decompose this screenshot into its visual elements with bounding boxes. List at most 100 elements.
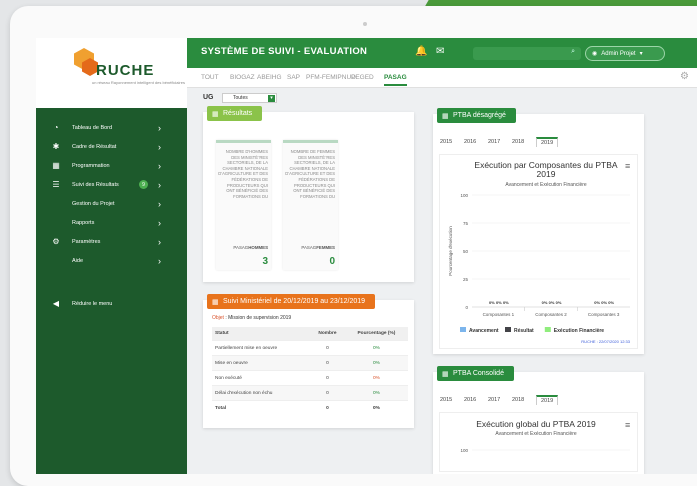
- grid-icon: ▦: [442, 370, 449, 378]
- sidebar-item-5[interactable]: Rapports ›: [36, 213, 187, 232]
- tab-peged[interactable]: PEGED: [351, 74, 374, 81]
- user-menu-button[interactable]: ◉ Admin Projet ▾: [585, 46, 665, 61]
- legend-item[interactable]: Résultat: [514, 328, 534, 334]
- year-tab-2019[interactable]: 2019: [536, 395, 559, 405]
- sidebar-item-label: Paramètres: [72, 238, 101, 245]
- grid-icon: ▦: [212, 110, 219, 118]
- year-tab-2016[interactable]: 2016: [464, 397, 476, 403]
- chart-title: Exécution global du PTBA 2019: [476, 419, 596, 429]
- year-tab-2015[interactable]: 2015: [440, 397, 452, 403]
- execution-composantes-chart: Exécution par Composantes du PTBA 2019 Ava…: [448, 160, 631, 344]
- camera-dot: [363, 22, 367, 26]
- sidebar-item-label: Gestion du Projet: [72, 200, 115, 207]
- data-label: 0%: [608, 300, 614, 305]
- bell-icon[interactable]: 🔔: [415, 46, 427, 57]
- sidebar-item-7[interactable]: Aide ›: [36, 251, 187, 270]
- sidebar-item-label: Rapports: [72, 219, 95, 226]
- suivi-table: Statut Nombre Pourcentage (%) Partiellement…: [212, 327, 408, 415]
- sidebar-item-2[interactable]: ▦ Programmation ›: [36, 156, 187, 175]
- year-tab-2016[interactable]: 2016: [464, 139, 476, 145]
- sidebar-item-0[interactable]: ◔ Tableau de Bord ›: [36, 118, 187, 137]
- table-cell: 0: [310, 400, 345, 415]
- stat-label-prefix: PASAG: [301, 245, 317, 250]
- year-tab-2019[interactable]: 2019: [536, 137, 559, 147]
- collapse-icon: ◀: [52, 299, 60, 308]
- y-tick-label: 100: [460, 193, 468, 198]
- data-label: 0%: [489, 300, 495, 305]
- table-row: Total 0 0%: [212, 400, 408, 415]
- legend-item[interactable]: Exécution Financière: [554, 328, 605, 334]
- sidebar-item-6[interactable]: ⚙ Paramètres ›: [36, 232, 187, 251]
- table-cell: Mise en oeuvre: [212, 355, 311, 371]
- chevron-right-icon: ›: [158, 217, 161, 228]
- x-tick-label: Composantes 3: [588, 312, 620, 317]
- project-tabs: TOUT BIOGAZ ABEIHG SAP PFM-FEMIPNUD PEGED PASA…: [187, 68, 697, 88]
- suivi-title: Suivi Ministériel de 20/12/2019 au 23/12…: [223, 298, 366, 305]
- y-axis-label: Pourcentage d'exécution: [448, 226, 453, 276]
- search-icon: ⌕: [571, 48, 575, 55]
- chevron-right-icon: ›: [158, 160, 161, 171]
- sidebar-item-4[interactable]: Gestion du Projet ›: [36, 194, 187, 213]
- table-cell: 0: [310, 340, 345, 356]
- year-tab-2017[interactable]: 2017: [488, 397, 500, 403]
- stat-description: NOMBRE D'HOMMES DES MINISTÈ¨RES SECTORIE…: [218, 149, 268, 199]
- stat-value: 3: [262, 256, 268, 267]
- list-icon: ☰: [52, 180, 60, 189]
- chart-menu-icon[interactable]: ≡: [625, 161, 630, 171]
- data-label: 0%: [594, 300, 600, 305]
- x-tick-label: Composantes 2: [535, 312, 567, 317]
- chevron-right-icon: ›: [158, 255, 161, 266]
- y-tick-label: 25: [463, 277, 469, 282]
- year-tab-2018[interactable]: 2018: [512, 139, 524, 145]
- suivi-card: ▦ Suivi Ministériel de 20/12/2019 au 23/1…: [203, 294, 414, 428]
- stat-value: 0: [329, 256, 335, 267]
- resultats-header: ▦ Résultats: [207, 106, 263, 121]
- table-header: Pourcentage (%): [344, 327, 408, 341]
- table-cell: 0: [310, 370, 345, 386]
- search-input[interactable]: ⌕: [473, 47, 581, 60]
- sidebar-item-1[interactable]: ✱ Cadre de Résultat ›: [36, 137, 187, 156]
- sidebar-item-label: Suivi des Résultats: [72, 181, 119, 188]
- sidebar-badge: 9: [139, 180, 148, 189]
- resultats-card: ▦ Résultats NOMBRE D'HOMMES DES MINISTÈ¨R…: [203, 106, 414, 282]
- legend-item[interactable]: Avancement: [469, 328, 499, 334]
- tab-sap[interactable]: SAP: [287, 74, 300, 81]
- sidebar-item-3[interactable]: ☰ Suivi des Résultats 9 ›: [36, 175, 187, 194]
- logo-tagline: un réseau Rayonnement intelligent des bé…: [92, 80, 185, 85]
- app-screen: RUCHE un réseau Rayonnement intelligent …: [36, 38, 697, 474]
- year-tab-2017[interactable]: 2017: [488, 139, 500, 145]
- tab-biogaz[interactable]: BIOGAZ: [230, 74, 255, 81]
- mail-icon[interactable]: ✉: [436, 46, 444, 57]
- stat-label-bold: FEMMES: [316, 245, 335, 250]
- suivi-header: ▦ Suivi Ministériel de 20/12/2019 au 23/1…: [207, 294, 376, 309]
- table-cell: Délai d'exécution non échu: [212, 385, 311, 401]
- tab-abeihg[interactable]: ABEIHG: [257, 74, 282, 81]
- ug-filter-value: Toutes: [233, 95, 248, 101]
- chevron-right-icon: ›: [158, 236, 161, 247]
- chevron-right-icon: ›: [158, 179, 161, 190]
- tab-pasag[interactable]: PASAG: [384, 74, 407, 86]
- ptba-consolide-title: PTBA Consolidé: [453, 370, 504, 377]
- table-cell: 0: [310, 385, 345, 401]
- collapse-menu-button[interactable]: ◀ Réduire le menu: [36, 294, 187, 313]
- table-cell: 0: [310, 355, 345, 371]
- year-tab-2015[interactable]: 2015: [440, 139, 452, 145]
- year-tab-2018[interactable]: 2018: [512, 397, 524, 403]
- stat-label-prefix: PASAG: [233, 245, 249, 250]
- settings-gear-icon[interactable]: ⚙: [680, 71, 689, 82]
- grid-icon: ▦: [442, 112, 449, 120]
- legend-swatch: [460, 327, 466, 332]
- stat-card: NOMBRE DE FEMMES DES MINISTÈ¨RES SECTORI…: [283, 140, 338, 270]
- ug-filter-select[interactable]: Toutes ▾: [222, 93, 277, 103]
- table-row: Non exécuté 0 0%: [212, 370, 408, 386]
- chevron-down-icon: ▾: [268, 95, 275, 102]
- tab-tout[interactable]: TOUT: [201, 74, 219, 81]
- tab-pfm-femipnud[interactable]: PFM-FEMIPNUD: [306, 74, 356, 81]
- execution-global-chart: Exécution global du PTBA 2019 Avancement …: [460, 419, 630, 453]
- y-tick-label: 100: [460, 448, 468, 453]
- chart-menu-icon[interactable]: ≡: [625, 420, 630, 430]
- chevron-right-icon: ›: [158, 122, 161, 133]
- data-label: 0%: [556, 300, 562, 305]
- data-label: 0%: [549, 300, 555, 305]
- user-label: Admin Projet: [601, 50, 636, 57]
